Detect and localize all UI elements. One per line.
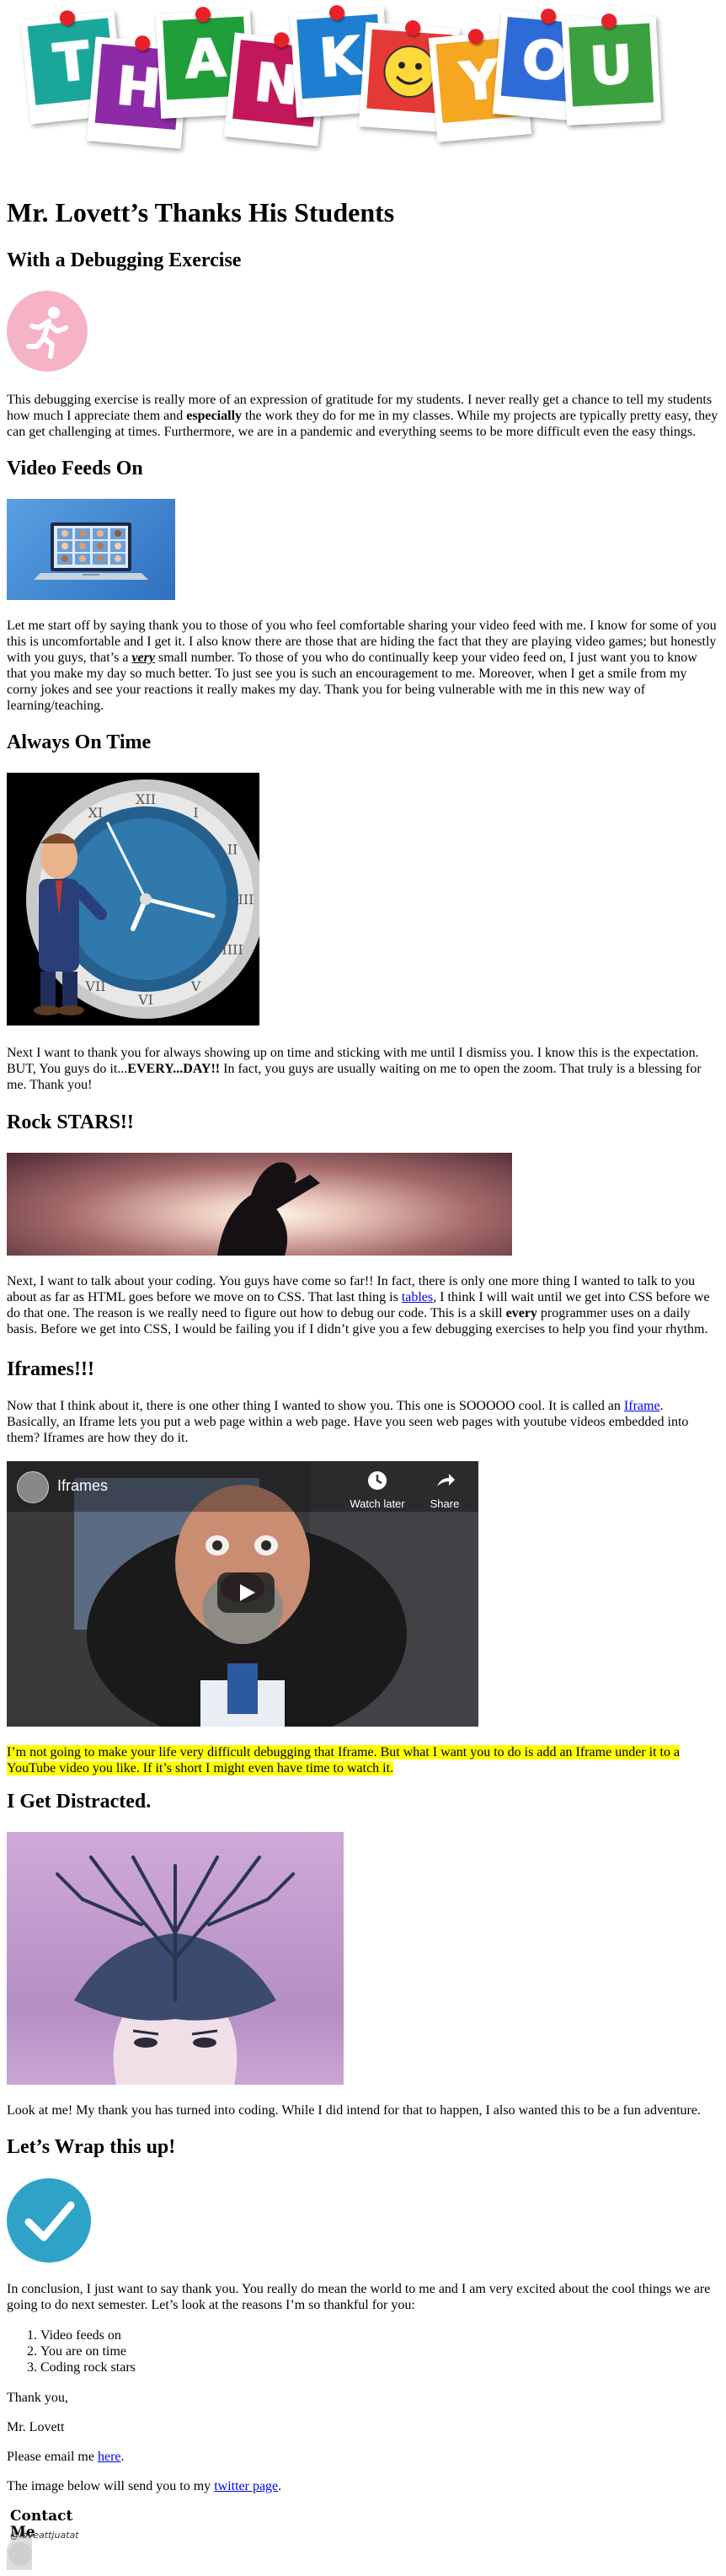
iframes-paragraph: Now that I think about it, there is one …	[7, 1399, 689, 1445]
banner-letter-card: U	[561, 13, 662, 126]
banner-letter: A	[183, 25, 228, 90]
share-button[interactable]: Share	[419, 1470, 470, 1512]
iframe-link[interactable]: Iframe	[624, 1399, 660, 1413]
thank-you-banner: THANKOYOU	[19, 0, 665, 169]
clock-numeral: IIII	[222, 942, 243, 958]
email-link[interactable]: here	[98, 2450, 121, 2464]
intro-paragraph: This debugging exercise is really more o…	[7, 393, 718, 439]
video-call-laptop-image	[7, 499, 175, 600]
iframes-heading: Iframes!!!	[7, 1358, 94, 1380]
watch-later-button[interactable]: Watch later	[344, 1470, 411, 1512]
banner-letter: Y	[457, 47, 502, 114]
clock-numeral: VI	[137, 992, 153, 1008]
share-icon	[419, 1470, 470, 1496]
tables-link[interactable]: tables	[402, 1290, 433, 1304]
play-button[interactable]	[217, 1572, 275, 1613]
on-time-paragraph: Next I want to thank you for always show…	[7, 1046, 702, 1092]
twitter-contact-image[interactable]: Contact Me @loveattjuatat	[7, 2507, 91, 2570]
banner-letter: T	[50, 29, 93, 95]
page-subtitle: With a Debugging Exercise	[7, 249, 242, 271]
iframe-instructions: I’m not going to make your life very dif…	[7, 1745, 681, 1775]
banner-letter: O	[519, 26, 570, 93]
video-feeds-heading: Video Feeds On	[7, 458, 143, 479]
rock-star-silhouette-image	[7, 1153, 512, 1256]
youtube-embed[interactable]: Iframes Watch later Share	[7, 1461, 478, 1727]
clock-numeral: XI	[88, 805, 104, 821]
clock-numeral: VII	[84, 978, 105, 994]
checkmark-icon	[7, 2178, 91, 2263]
page-title: Mr. Lovett’s Thanks His Students	[7, 197, 395, 228]
clock-numeral: III	[238, 892, 254, 908]
banner-letter: K	[317, 24, 363, 89]
wrap-up-paragraph: In conclusion, I just want to say thank …	[7, 2282, 711, 2312]
clock-numeral: II	[227, 842, 238, 858]
reason-item: You are on time	[40, 2343, 136, 2359]
rock-stars-paragraph: Next, I want to talk about your coding. …	[7, 1274, 710, 1336]
twitter-link[interactable]: twitter page	[214, 2479, 278, 2493]
clock-numeral: I	[193, 805, 198, 821]
video-feeds-paragraph: Let me start off by saying thank you to …	[7, 619, 717, 713]
rock-stars-heading: Rock STARS!!	[7, 1111, 134, 1133]
email-paragraph: Please email me here.	[7, 2450, 125, 2464]
video-title[interactable]: Iframes	[57, 1478, 108, 1494]
clock-cartoon-image: XIIIIIIIIIIIIVVIVIIVIIIIXXXI	[7, 773, 259, 1026]
reasons-list: Video feeds onYou are on timeCoding rock…	[7, 2327, 136, 2375]
reason-item: Coding rock stars	[40, 2359, 136, 2375]
clock-numeral: V	[190, 978, 201, 994]
clock-icon	[344, 1470, 411, 1496]
banner-letter: H	[114, 53, 164, 120]
reason-item: Video feeds on	[40, 2327, 136, 2343]
thank-you-closing: Thank you,	[7, 2391, 68, 2405]
banner-letter: U	[588, 32, 635, 98]
signature-name: Mr. Lovett	[7, 2420, 65, 2434]
twitter-paragraph: The image below will send you to my twit…	[7, 2479, 282, 2493]
distracted-head-tree-image	[7, 1832, 344, 2085]
channel-avatar[interactable]	[17, 1471, 49, 1503]
running-man-icon	[7, 291, 88, 372]
share-label: Share	[430, 1497, 460, 1510]
banner-letter: N	[251, 50, 302, 117]
on-time-heading: Always On Time	[7, 731, 152, 753]
wrap-up-heading: Let’s Wrap this up!	[7, 2136, 176, 2158]
distracted-heading: I Get Distracted.	[7, 1791, 152, 1813]
clock-numeral: XII	[136, 791, 156, 807]
play-icon	[240, 1584, 255, 1601]
twitter-handle-label: @loveattjuatat	[10, 2530, 79, 2541]
distracted-paragraph: Look at me! My thank you has turned into…	[7, 2103, 701, 2118]
watch-later-label: Watch later	[350, 1497, 405, 1510]
